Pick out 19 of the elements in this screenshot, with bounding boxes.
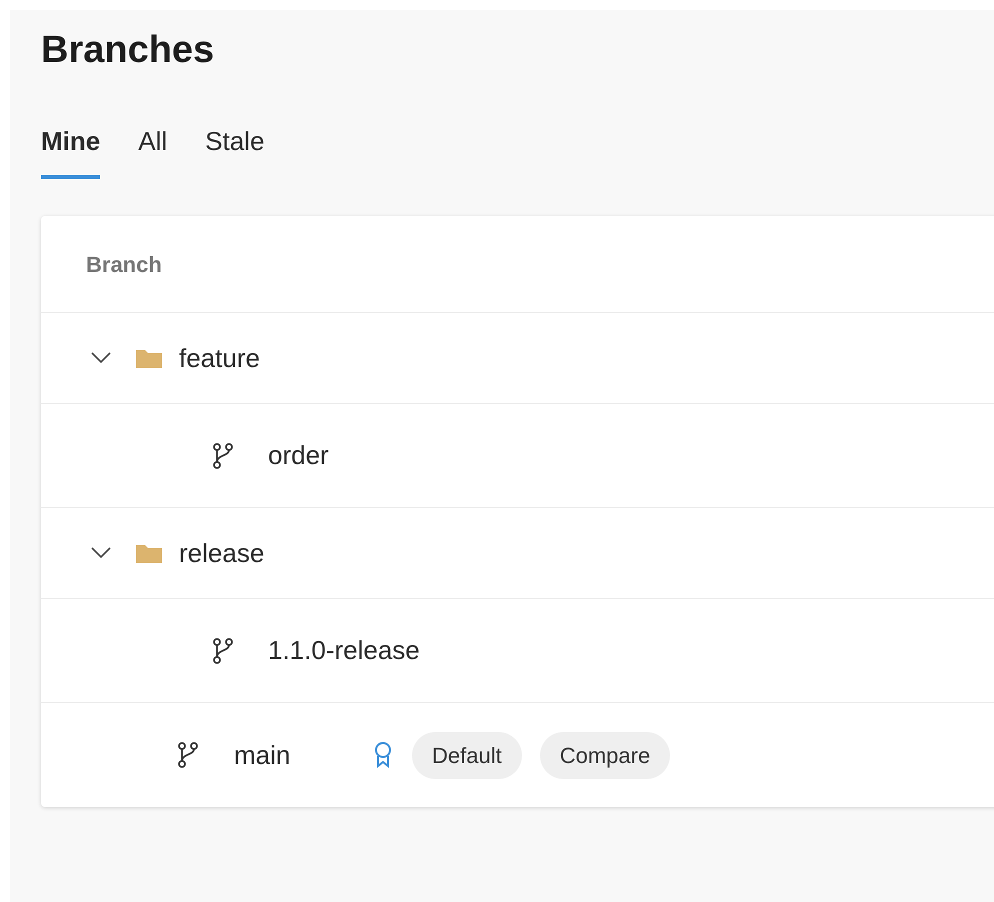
folder-name[interactable]: feature (179, 338, 260, 378)
folder-icon (135, 347, 163, 369)
tab[interactable]: Stale (205, 125, 264, 179)
branch-name[interactable]: main (234, 736, 374, 774)
chevron-down-icon[interactable] (91, 352, 111, 364)
page-title: Branches (41, 28, 214, 70)
branch-name[interactable]: order (268, 436, 329, 475)
tab[interactable]: All (138, 125, 168, 179)
branch-icon (213, 638, 233, 664)
chevron-down-icon[interactable] (91, 547, 111, 559)
tag: Compare (540, 732, 670, 778)
branch-icon (178, 742, 198, 768)
folder-icon (135, 542, 163, 564)
column-header: Branch (86, 250, 162, 278)
folder-name[interactable]: release (179, 534, 264, 572)
branch-icon (213, 442, 233, 468)
tag: Default (412, 732, 522, 778)
branch-name[interactable]: 1.1.0-release (268, 631, 420, 670)
tab[interactable]: Mine (41, 125, 100, 179)
